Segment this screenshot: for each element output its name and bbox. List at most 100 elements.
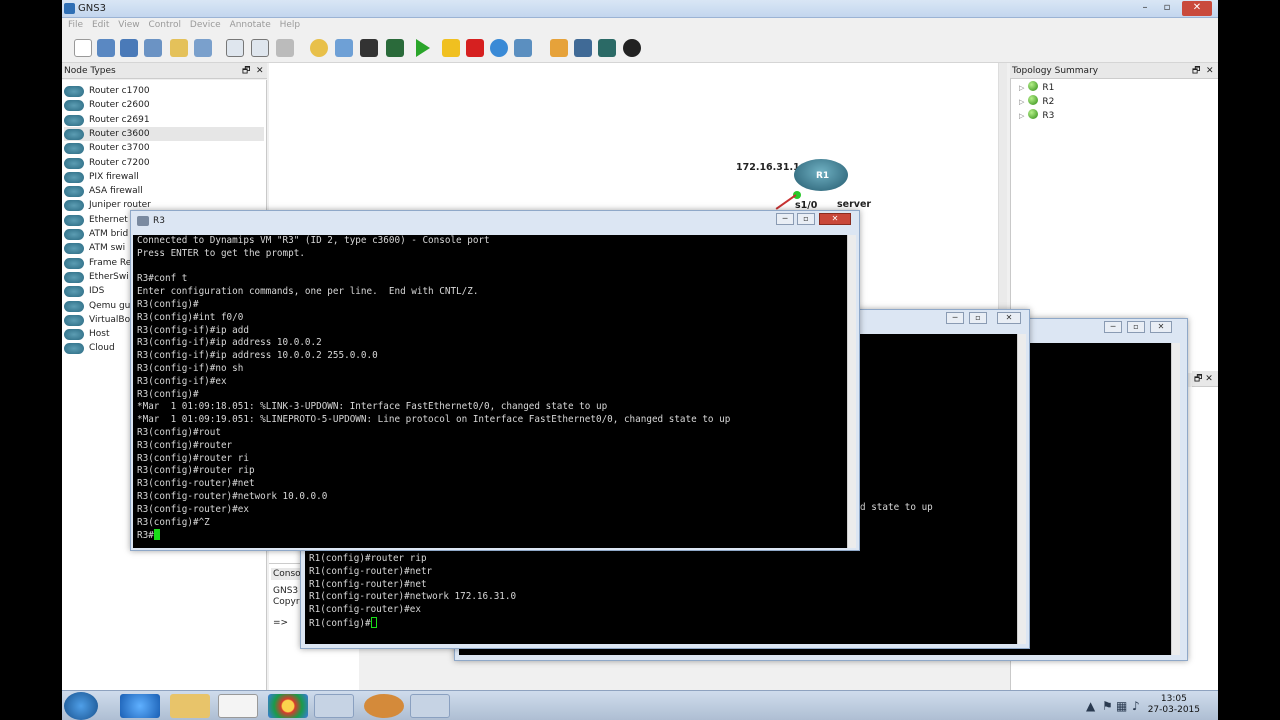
network-icon[interactable]: ▦: [1116, 699, 1127, 713]
router-icon[interactable]: R1: [794, 159, 848, 191]
topology-item-r1[interactable]: ▷ R1: [1019, 81, 1054, 95]
r3-console-window[interactable]: R3 ─ ▫ ✕ Connected to Dynamips VM "R3" (…: [130, 210, 860, 551]
hostnames-icon[interactable]: [251, 39, 269, 57]
r2-scrollbar[interactable]: [1171, 343, 1180, 655]
maximize-button[interactable]: ▫: [969, 312, 987, 324]
link-icon[interactable]: [226, 39, 244, 57]
close-button[interactable]: ✕: [1150, 321, 1172, 333]
close-button[interactable]: ✕: [1182, 1, 1212, 16]
console-icon[interactable]: [386, 39, 404, 57]
menu-file[interactable]: File: [68, 18, 83, 33]
terminal-line: R3(config-router)#net: [137, 478, 255, 490]
aux-icon[interactable]: [360, 39, 378, 57]
clock[interactable]: 13:05 27-03-2015: [1148, 694, 1200, 716]
close-icon[interactable]: ✕: [1206, 63, 1214, 79]
float-icon[interactable]: 🗗: [1192, 63, 1200, 79]
topology-item-r2[interactable]: ▷ R2: [1019, 95, 1054, 109]
close-button[interactable]: ✕: [997, 312, 1021, 324]
menu-view[interactable]: View: [118, 18, 139, 33]
node-type-label: Qemu gu: [89, 300, 131, 311]
explorer-icon[interactable]: [170, 694, 210, 718]
putty-icon[interactable]: [410, 694, 450, 718]
menu-edit[interactable]: Edit: [92, 18, 109, 33]
tray-up-icon[interactable]: ▲: [1086, 699, 1095, 713]
r1-scrollbar[interactable]: [1017, 334, 1026, 644]
node-type-item[interactable]: Router c3700: [64, 141, 264, 155]
open-icon[interactable]: [97, 39, 115, 57]
terminal-line: Enter configuration commands, one per li…: [137, 286, 479, 298]
node-type-item[interactable]: Router c1700: [64, 84, 264, 98]
start-icon[interactable]: [416, 39, 430, 57]
canvas-scrollbar[interactable]: [998, 63, 1007, 313]
node-type-label: ATM brid: [89, 229, 129, 239]
menu-control[interactable]: Control: [148, 18, 181, 33]
node-types-title: Node Types: [64, 66, 116, 76]
terminal-line: R3#conf t: [137, 273, 188, 285]
maximize-button[interactable]: ▫: [1156, 1, 1178, 16]
float-icon[interactable]: 🗗: [242, 63, 250, 79]
gns3-task-icon[interactable]: [314, 694, 354, 718]
terminal-line: R1(config-router)#ex: [309, 604, 421, 616]
node-type-item[interactable]: ASA firewall: [64, 184, 264, 198]
terminal-line: *Mar 1 01:09:19.051: %LINEPROTO-5-UPDOWN…: [137, 414, 731, 426]
start-button[interactable]: [64, 692, 98, 720]
expand-icon[interactable]: ▷: [1019, 112, 1024, 120]
config-icon[interactable]: [335, 39, 353, 57]
title-bar[interactable]: GNS3 – ▫ ✕: [62, 0, 1218, 18]
new-icon[interactable]: [74, 39, 92, 57]
flag-icon[interactable]: ⚑: [1102, 699, 1113, 713]
menu-device[interactable]: Device: [190, 18, 221, 33]
save-icon[interactable]: [120, 39, 138, 57]
suspend-icon[interactable]: [442, 39, 460, 57]
maximize-button[interactable]: ▫: [797, 213, 815, 225]
node-type-item[interactable]: Router c2691: [64, 113, 264, 127]
volume-icon[interactable]: ♪: [1132, 699, 1140, 713]
taskbar: ▲ ⚑ ▦ ♪ 13:05 27-03-2015: [62, 690, 1218, 720]
pointer-icon[interactable]: [276, 39, 294, 57]
node-type-item[interactable]: Router c2600: [64, 98, 264, 112]
minimize-button[interactable]: ─: [946, 312, 964, 324]
expand-icon[interactable]: ▷: [1019, 84, 1024, 92]
minimize-button[interactable]: ─: [1104, 321, 1122, 333]
topology-item-r3[interactable]: ▷ R3: [1019, 109, 1054, 123]
maximize-button[interactable]: ▫: [1127, 321, 1145, 333]
close-icon[interactable]: ✕: [256, 63, 264, 79]
r3-scrollbar[interactable]: [847, 235, 856, 548]
menu-bar: File Edit View Control Device Annotate H…: [62, 18, 1218, 33]
minimize-button[interactable]: ─: [776, 213, 794, 225]
stop-icon[interactable]: [466, 39, 484, 57]
device-icon: [64, 257, 84, 269]
menu-annotate[interactable]: Annotate: [230, 18, 271, 33]
ellipse-icon[interactable]: [623, 39, 641, 57]
expand-icon[interactable]: ▷: [1019, 98, 1024, 106]
reload-icon[interactable]: [490, 39, 508, 57]
picture-icon[interactable]: [574, 39, 592, 57]
node-type-label: EtherSwi: [89, 271, 129, 282]
minimize-button[interactable]: –: [1134, 1, 1156, 16]
panel-buttons[interactable]: 🗗 ✕: [1194, 374, 1213, 384]
menu-help[interactable]: Help: [280, 18, 301, 33]
node-type-item[interactable]: Router c3600: [64, 126, 264, 141]
terminal-line: R1(config-router)#network 172.16.31.0: [309, 591, 517, 603]
device-icon: [64, 86, 84, 97]
note-icon[interactable]: [550, 39, 568, 57]
rectangle-icon[interactable]: [598, 39, 616, 57]
save-as-icon[interactable]: [144, 39, 162, 57]
folder-icon[interactable]: [170, 39, 188, 57]
chrome-icon[interactable]: [268, 694, 308, 718]
ie-icon[interactable]: [120, 694, 160, 718]
box-icon[interactable]: [514, 39, 532, 57]
close-button[interactable]: ✕: [819, 213, 851, 225]
topology-summary-header: Topology Summary 🗗 ✕: [1010, 63, 1218, 79]
device-icon: [64, 186, 84, 198]
clock-icon[interactable]: [310, 39, 328, 57]
device-icon: [64, 229, 84, 240]
node-type-item[interactable]: PIX firewall: [64, 170, 264, 184]
paw-app-icon[interactable]: [364, 694, 404, 718]
media-player-icon[interactable]: [218, 694, 258, 718]
node-type-label: Ethernet: [89, 214, 128, 225]
import-icon[interactable]: [194, 39, 212, 57]
node-type-item[interactable]: Router c7200: [64, 156, 264, 170]
r3-terminal[interactable]: Connected to Dynamips VM "R3" (ID 2, typ…: [133, 235, 848, 548]
ip-label: 172.16.31.1: [736, 162, 800, 173]
